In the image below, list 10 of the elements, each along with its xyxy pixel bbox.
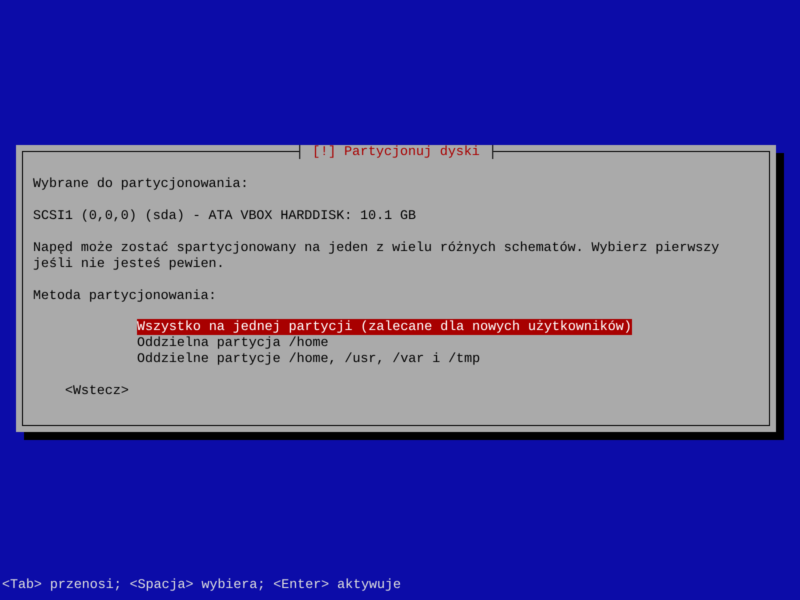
menu-option[interactable]: Oddzielna partycja /home <box>137 335 329 351</box>
menu-option[interactable]: Wszystko na jednej partycji (zalecane dla nowych użytkowników) <box>137 319 632 335</box>
dialog-text: Wybrane do partycjonowania: <box>33 176 250 192</box>
dialog-text: SCSI1 (0,0,0) (sda) - ATA VBOX HARDDISK: 10.1 GB <box>33 208 418 224</box>
dialog-text: Metoda partycjonowania: <box>33 288 218 304</box>
dialog-title: [!] Partycjonuj dyski <box>299 145 493 159</box>
back-button[interactable]: <Wstecz> <box>65 383 129 399</box>
key-hints-text: <Tab> przenosi; <Spacja> wybiera; <Enter> aktywuje <box>2 577 401 593</box>
dialog-text: Napęd może zostać spartycjonowany na jeden z wielu różnych schematów. Wybierz pierwszy jeśli nie jesteś pewien. <box>33 240 720 272</box>
menu-option[interactable]: Oddzielne partycje /home, /usr, /var i /tmp <box>137 351 480 367</box>
